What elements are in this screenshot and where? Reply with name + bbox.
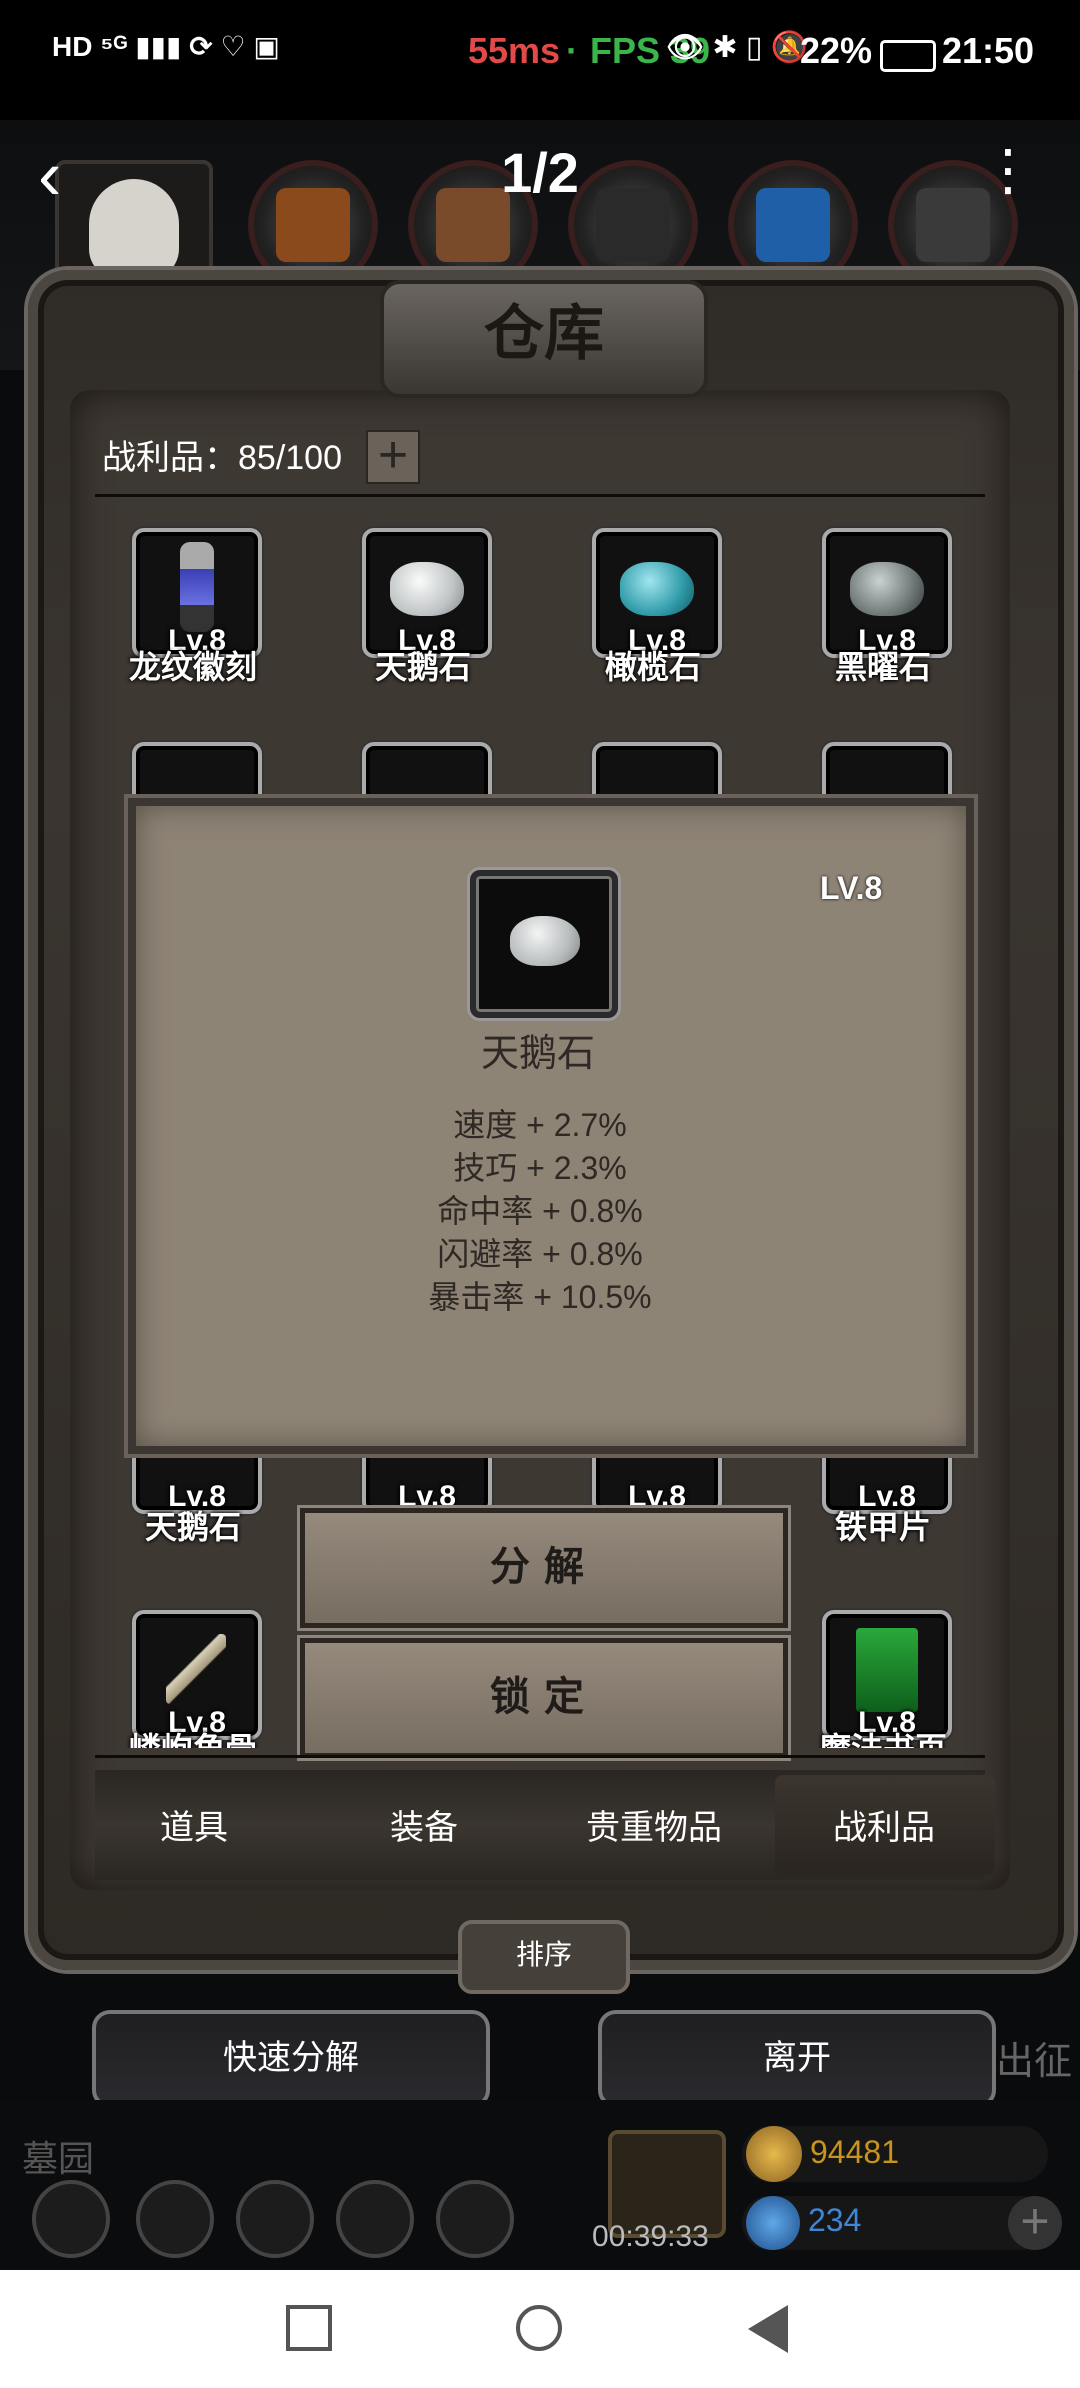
metal-icon xyxy=(916,188,990,262)
stat-line: 技巧 + 2.3% xyxy=(453,1150,627,1186)
gold-coin-icon xyxy=(746,2126,802,2182)
necklace-icon xyxy=(180,542,214,632)
recents-icon[interactable] xyxy=(286,2305,332,2351)
clock-text: 21:50 xyxy=(942,30,1035,71)
swan-stone-icon xyxy=(510,916,580,966)
back-button[interactable]: ‹ xyxy=(38,140,98,210)
achievement-icon[interactable] xyxy=(136,2180,214,2258)
item-name: 龙纹徽刻 xyxy=(128,649,257,685)
leave-button[interactable]: 离开 xyxy=(598,2010,996,2108)
item-name: 黑曜石 xyxy=(834,649,931,685)
popup-item-name: 天鹅石 xyxy=(480,1033,595,1075)
status-left-icons: HD ⁵ᴳ ▮▮▮ ⟳ ♡ ▣ xyxy=(52,31,280,62)
mail-icon[interactable] xyxy=(336,2180,414,2258)
add-gems-button[interactable]: + xyxy=(1008,2196,1062,2250)
battery-icon xyxy=(880,40,936,72)
gem-icon xyxy=(746,2196,800,2250)
divider xyxy=(95,1755,985,1758)
march-label[interactable]: 出征 xyxy=(996,2030,1072,2085)
item-name: 天鹅石 xyxy=(144,1509,241,1545)
olivine-icon xyxy=(620,562,694,616)
page-indicator: 1/2 xyxy=(501,141,579,204)
item-slot[interactable]: Lv.8 xyxy=(132,1610,262,1740)
leather-icon xyxy=(276,188,350,262)
item-name: 天鹅石 xyxy=(374,649,471,685)
item-slot[interactable]: Lv.8 xyxy=(132,528,262,658)
status-bar: HD ⁵ᴳ ▮▮▮ ⟳ ♡ ▣ 55ms · FPS 39 👁 ✱ ▯ 🔕 22… xyxy=(0,0,1080,120)
more-menu-button[interactable]: ⋮ xyxy=(980,140,1036,210)
popup-item-icon xyxy=(470,870,618,1018)
stat-line: 闪避率 + 0.8% xyxy=(437,1236,643,1272)
decompose-button[interactable]: 分解 xyxy=(300,1508,788,1628)
add-capacity-button[interactable]: + xyxy=(366,429,420,484)
item-name: 橄榄石 xyxy=(604,649,701,685)
battery-text: 22% xyxy=(800,30,873,71)
rabbit-avatar-icon xyxy=(89,179,179,279)
horn-bone-icon xyxy=(166,1634,226,1704)
stat-line: 命中率 + 0.8% xyxy=(437,1193,643,1229)
shop-icon[interactable] xyxy=(436,2180,514,2258)
crystal-icon xyxy=(756,188,830,262)
item-name: 铁甲片 xyxy=(834,1509,931,1545)
tab-equipment[interactable]: 装备 xyxy=(314,1800,534,1849)
location-label: 墓园 xyxy=(22,2138,95,2179)
quick-decompose-button[interactable]: 快速分解 xyxy=(92,2010,490,2108)
stat-line: 暴击率 + 10.5% xyxy=(428,1279,652,1315)
lock-button[interactable]: 锁定 xyxy=(300,1638,788,1758)
ore-icon xyxy=(596,188,670,262)
divider xyxy=(95,494,985,497)
gold-value: 94481 xyxy=(810,2134,899,2170)
home-icon[interactable] xyxy=(516,2305,562,2351)
warehouse-title: 仓库 xyxy=(380,280,708,398)
item-slot[interactable]: Lv.8 xyxy=(362,528,492,658)
sort-button[interactable]: 排序 xyxy=(458,1920,630,1994)
tab-loot[interactable]: 战利品 xyxy=(774,1800,994,1849)
back-nav-icon[interactable] xyxy=(748,2305,788,2353)
plus-icon: + xyxy=(377,426,409,484)
plus-icon: + xyxy=(1020,2193,1050,2249)
magic-page-icon xyxy=(856,1628,918,1712)
gem-value: 234 xyxy=(808,2202,862,2238)
more-vertical-icon: ⋮ xyxy=(980,138,1036,201)
capacity-label: 战利品：85/100 xyxy=(102,439,342,477)
popup-level: LV.8 xyxy=(820,870,883,906)
swan-stone-icon xyxy=(390,562,464,616)
item-slot[interactable]: Lv.8 xyxy=(822,1610,952,1740)
item-slot[interactable]: Lv.8 xyxy=(592,528,722,658)
item-name: 魔法书页 xyxy=(783,1724,983,1748)
item-name: 嶙峋角骨 xyxy=(93,1724,293,1748)
latency-text: 55ms xyxy=(468,30,561,71)
tab-items[interactable]: 道具 xyxy=(84,1800,304,1849)
tab-valuables[interactable]: 贵重物品 xyxy=(544,1800,764,1849)
obsidian-icon xyxy=(850,562,924,616)
chevron-left-icon: ‹ xyxy=(38,136,62,214)
stat-line: 速度 + 2.7% xyxy=(453,1107,627,1143)
item-slot[interactable]: Lv.8 xyxy=(822,528,952,658)
status-right-icons: 👁 ✱ ▯ 🔕 xyxy=(666,31,809,64)
guild-icon[interactable] xyxy=(236,2180,314,2258)
gift-timer: 00:39:33 xyxy=(592,2220,709,2253)
settings-icon[interactable] xyxy=(32,2180,110,2258)
